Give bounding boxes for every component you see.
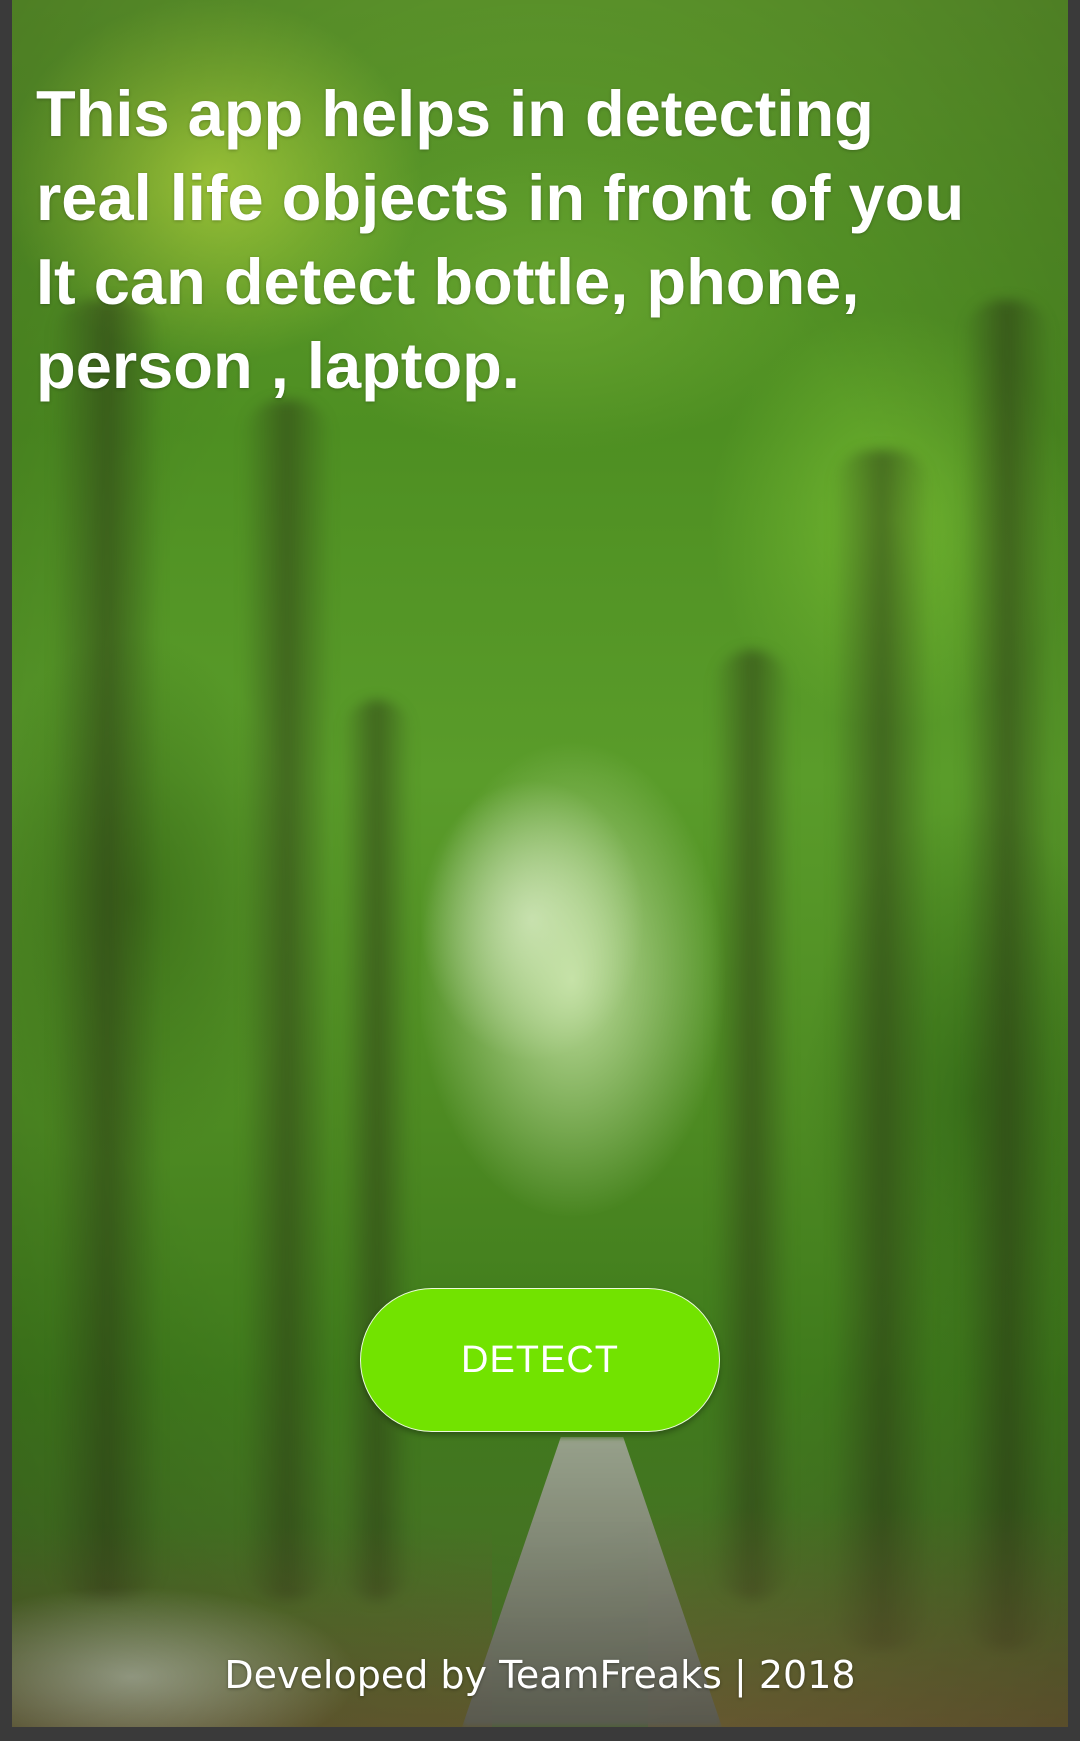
detect-button[interactable]: DETECT [360, 1288, 720, 1432]
app-screen: This app helps in detecting real life ob… [0, 0, 1080, 1741]
footer-credits: Developed by TeamFreaks | 2018 [224, 1653, 856, 1697]
bottom-frame [0, 1727, 1080, 1741]
app-description: This app helps in detecting real life ob… [36, 77, 965, 402]
